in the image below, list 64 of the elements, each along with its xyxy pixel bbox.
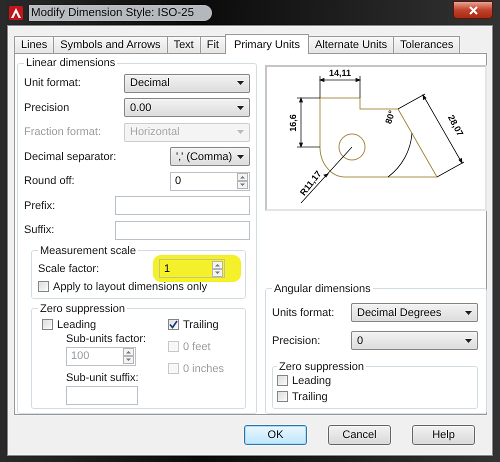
group-title: Zero suppression [278, 360, 365, 372]
checkbox[interactable] [277, 391, 288, 402]
dimension-label: 80° [383, 109, 397, 126]
checkbox-label: Leading [292, 374, 332, 386]
window-title: Modify Dimension Style: ISO-25 [29, 4, 212, 20]
spinner-field[interactable]: 0 [170, 172, 250, 191]
input-field[interactable] [115, 196, 250, 216]
checkbox-label: Trailing [183, 318, 219, 330]
group-title: Angular dimensions [273, 282, 372, 294]
checkbox-label: 0 inches [183, 362, 224, 374]
field-label: Units format: [272, 306, 334, 318]
dialog-button[interactable]: Cancel [328, 425, 391, 445]
close-icon [468, 6, 478, 14]
tab[interactable]: Lines [14, 36, 54, 53]
field-label: Round off: [24, 175, 75, 188]
input-field[interactable] [115, 220, 250, 240]
field-label: Unit format: [24, 77, 81, 90]
checkbox[interactable] [277, 375, 288, 386]
caret-icon [465, 310, 472, 314]
input-field[interactable] [66, 386, 138, 404]
field-label: Prefix: [24, 200, 56, 212]
spin-arrows-icon[interactable] [237, 173, 248, 190]
tab[interactable]: Primary Units [224, 34, 309, 54]
dropdown[interactable]: 0.00 [124, 98, 250, 118]
tab[interactable]: Tolerances [393, 36, 460, 53]
checkbox[interactable] [168, 319, 179, 330]
checkbox-label: 0 feet [183, 340, 211, 352]
tab[interactable]: Alternate Units [308, 36, 394, 53]
field-label: Decimal separator: [24, 150, 116, 163]
caret-icon [237, 154, 244, 159]
field-label: Precision: [272, 334, 320, 346]
close-button[interactable] [453, 1, 493, 19]
dropdown[interactable]: ',' (Comma) [170, 147, 250, 166]
dropdown[interactable]: 0 [351, 331, 478, 350]
tab[interactable]: Symbols and Arrows [53, 36, 168, 53]
field-label: Fraction format: [24, 126, 102, 138]
field-label: Precision [24, 102, 70, 114]
group-title: Zero suppression [39, 302, 126, 314]
checkbox[interactable] [38, 281, 49, 292]
field-label: Suffix: [24, 224, 54, 236]
dimension-label: 14,11 [328, 68, 352, 78]
caret-icon [465, 338, 472, 342]
dialog-button[interactable]: Help [412, 425, 475, 445]
caret-icon [237, 130, 244, 134]
app-logo-icon [9, 6, 23, 20]
spin-arrows-icon[interactable] [212, 260, 223, 276]
dropdown[interactable]: Decimal [124, 74, 250, 93]
checkbox-label: Apply to layout dimensions only [53, 280, 208, 292]
field-label: Scale factor: [38, 262, 100, 274]
tab[interactable]: Text [166, 36, 201, 53]
group-title: Linear dimensions [25, 57, 116, 69]
caret-icon [237, 106, 244, 110]
group-title: Measurement scale [39, 244, 137, 256]
spinner-field[interactable]: 1 [159, 259, 225, 278]
field-label: Sub-units factor: [66, 332, 148, 344]
dropdown[interactable]: Decimal Degrees [351, 303, 478, 322]
checkbox-label: Trailing [292, 390, 328, 402]
checkbox[interactable] [42, 319, 53, 330]
checkbox-label: Leading [57, 318, 96, 330]
dialog-button[interactable]: OK [244, 425, 307, 445]
field-label: Sub-unit suffix: [66, 372, 140, 384]
caret-icon [237, 81, 244, 86]
dimension-label: 16,6 [288, 114, 298, 132]
tab[interactable]: Fit [200, 36, 226, 53]
